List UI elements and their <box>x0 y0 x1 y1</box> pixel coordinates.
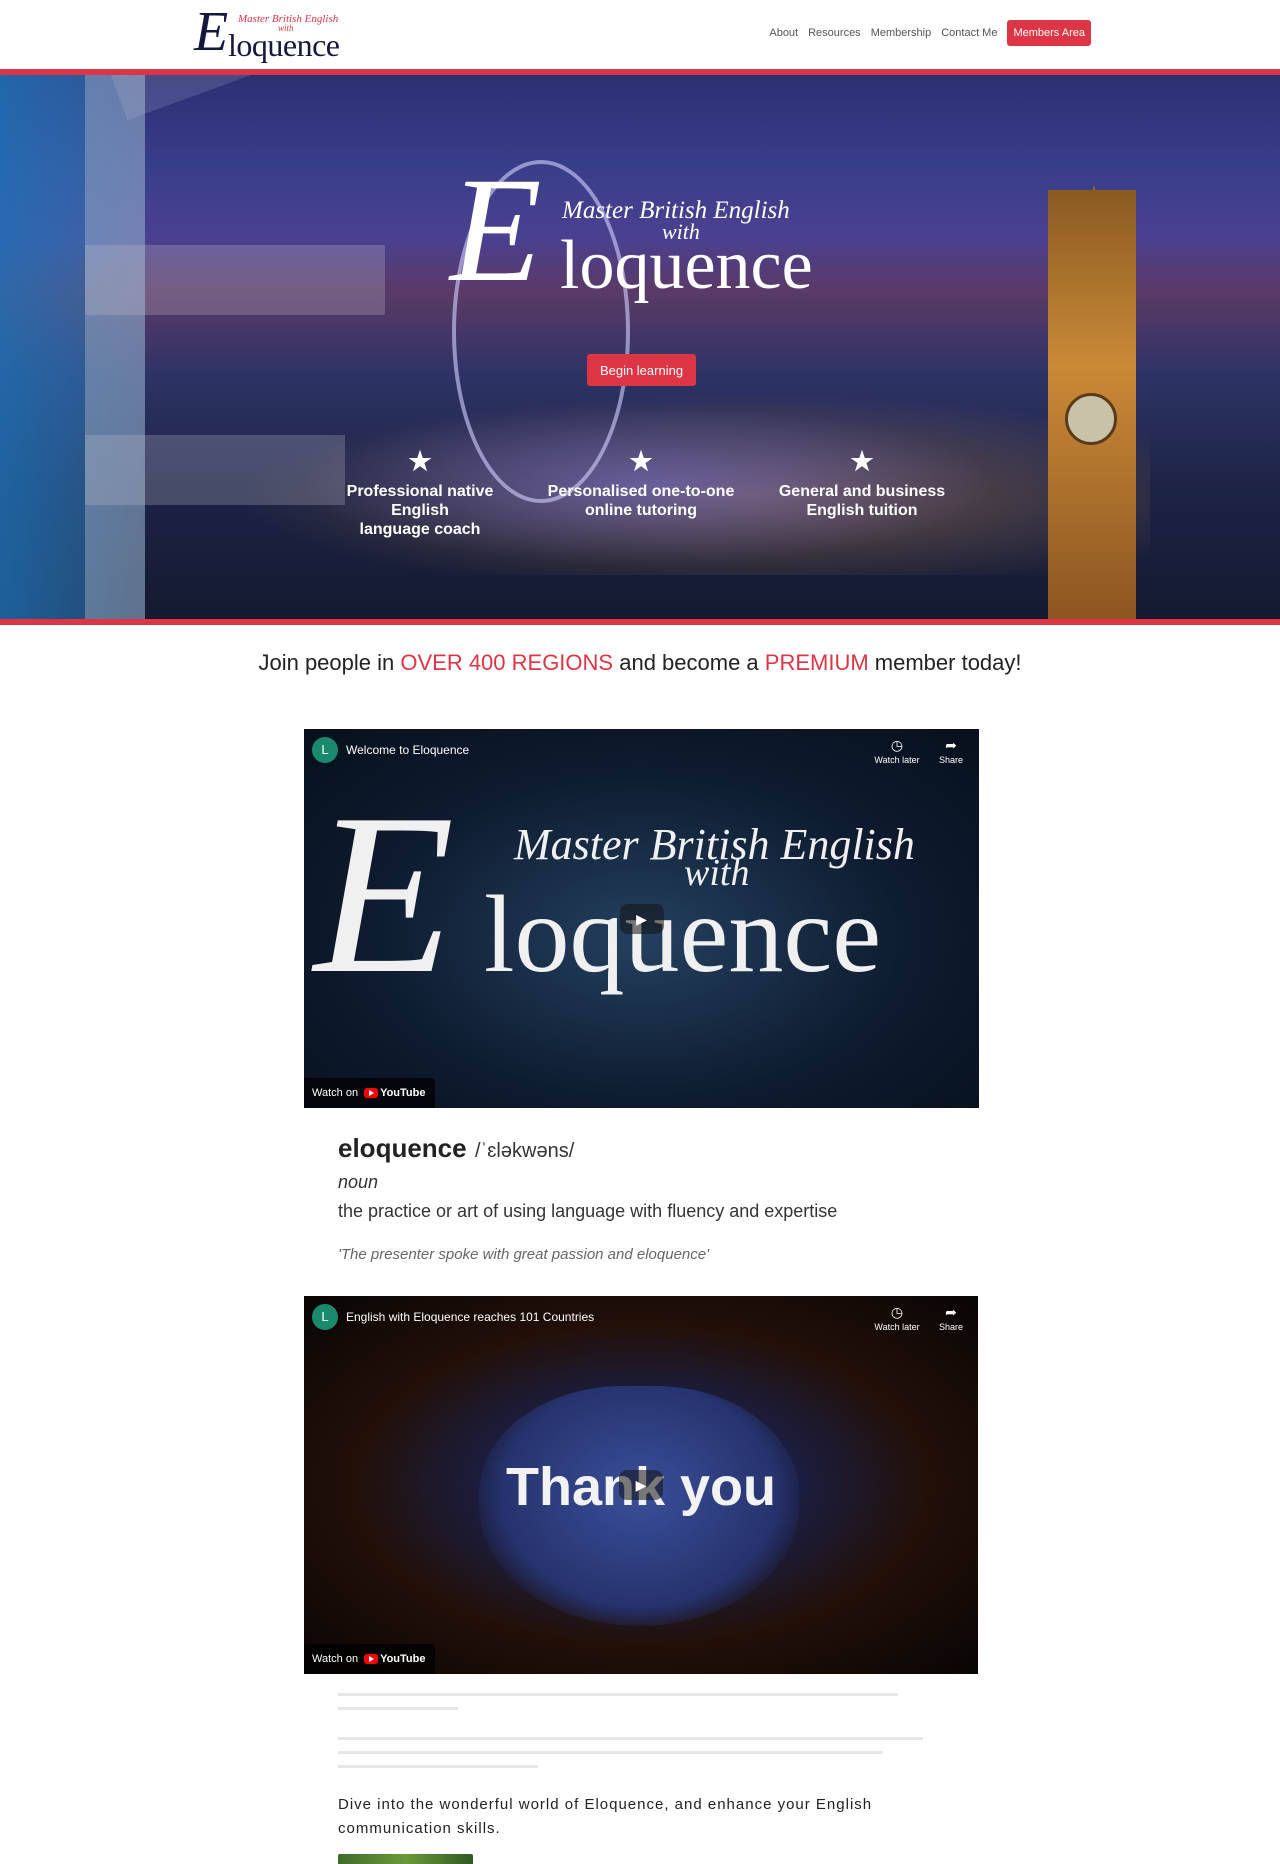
youtube-label: YouTube <box>380 1653 426 1665</box>
join-tagline: Join people in OVER 400 REGIONS and beco… <box>0 650 1280 676</box>
site-logo[interactable]: E Master British English with loquence <box>194 2 344 63</box>
top-navbar: E Master British English with loquence A… <box>0 0 1280 70</box>
feature-line: Personalised one-to-one <box>547 483 735 500</box>
begin-learning-button[interactable]: Begin learning <box>587 354 696 386</box>
watch-on-label: Watch on <box>312 1087 359 1099</box>
video-logo-letter: E <box>314 766 455 1021</box>
faded-line <box>338 1751 883 1754</box>
definition-meaning: the practice or art of using language wi… <box>338 1201 838 1221</box>
tagline-highlight-premium: PREMIUM <box>764 650 869 675</box>
channel-avatar[interactable]: L <box>312 1304 338 1330</box>
tagline-text: Join people in <box>258 650 401 675</box>
watch-on-youtube-button[interactable]: Watch on YouTube <box>304 1644 436 1674</box>
watch-later-label: Watch later <box>874 1322 920 1332</box>
hero-logo: E Master British English with loquence <box>450 155 830 315</box>
play-button[interactable]: ▶ <box>619 1470 663 1500</box>
logo-letter: E <box>194 1 229 63</box>
clock-face-icon <box>1065 393 1117 445</box>
faded-paragraph <box>338 1732 938 1768</box>
share-icon: ➦ <box>945 737 957 753</box>
nav-membership[interactable]: Membership <box>871 27 932 39</box>
share-button[interactable]: ➦ Share <box>928 737 974 765</box>
watch-later-button[interactable]: ◷ Watch later <box>874 737 920 765</box>
hero-logo-word: loquence <box>560 227 813 304</box>
nav-resources[interactable]: Resources <box>808 27 861 39</box>
hero-flag-band <box>85 435 345 505</box>
welcome-video-player[interactable]: E Master British English with loquence L… <box>304 729 979 1108</box>
faded-paragraph <box>338 1688 938 1710</box>
youtube-logo: YouTube <box>364 1078 425 1108</box>
clock-icon: ◷ <box>890 1304 904 1320</box>
logo-word: loquence <box>228 27 340 63</box>
tagline-text: and become a <box>613 650 765 675</box>
clock-icon: ◷ <box>890 737 904 753</box>
feature-line: Professional native English <box>346 483 494 519</box>
share-label: Share <box>938 755 964 765</box>
star-icon: ★ <box>850 446 874 476</box>
faded-line <box>338 1765 538 1768</box>
faded-line <box>338 1707 458 1710</box>
main-nav: About Resources Membership Contact Me Me… <box>769 20 1091 46</box>
members-area-button[interactable]: Members Area <box>1007 20 1091 46</box>
watch-later-button[interactable]: ◷ Watch later <box>874 1304 920 1332</box>
feature-native-coach: ★ Professional native English language c… <box>320 448 520 539</box>
video-title[interactable]: English with Eloquence reaches 101 Count… <box>346 1310 594 1324</box>
share-icon: ➦ <box>945 1304 957 1320</box>
tagline-text: member today! <box>868 650 1022 675</box>
hero-flag-diagonal <box>100 75 598 121</box>
definition-block: eloquence /ˈɛləkwəns/ noun the practice … <box>338 1133 938 1263</box>
feature-one-to-one: ★ Personalised one-to-one online tutorin… <box>541 448 741 520</box>
preview-image <box>338 1854 473 1864</box>
play-button[interactable]: ▶ <box>619 903 664 934</box>
hero-flag-band <box>85 245 385 315</box>
hero-flag-band <box>85 75 145 619</box>
faded-line <box>338 1737 923 1740</box>
watch-on-label: Watch on <box>312 1653 359 1665</box>
video-title[interactable]: Welcome to Eloquence <box>346 743 469 757</box>
nav-about[interactable]: About <box>769 27 798 39</box>
youtube-label: YouTube <box>380 1087 426 1099</box>
feature-line: English tuition <box>806 502 918 519</box>
youtube-play-icon <box>364 1088 379 1098</box>
hero-logo-letter: E <box>450 147 542 313</box>
channel-avatar[interactable]: L <box>312 737 338 763</box>
definition-part-of-speech: noun <box>338 1172 379 1192</box>
nav-contact[interactable]: Contact Me <box>941 27 997 39</box>
feature-line: General and business <box>778 483 946 500</box>
youtube-play-icon <box>364 1654 379 1664</box>
star-icon: ★ <box>629 446 653 476</box>
video-logo-word: loquence <box>484 873 882 995</box>
share-label: Share <box>938 1322 964 1332</box>
hero-banner: E Master British English with loquence B… <box>0 69 1280 625</box>
star-icon: ★ <box>408 446 432 476</box>
watch-on-youtube-button[interactable]: Watch on YouTube <box>304 1078 436 1108</box>
share-button[interactable]: ➦ Share <box>928 1304 974 1332</box>
definition-example: 'The presenter spoke with great passion … <box>338 1246 709 1263</box>
tagline-highlight-regions: OVER 400 REGIONS <box>400 650 614 675</box>
intro-paragraph: Dive into the wonderful world of Eloquen… <box>338 1796 873 1837</box>
definition-word: eloquence <box>338 1133 467 1163</box>
feature-business: ★ General and business English tuition <box>762 448 962 520</box>
thank-you-video-player[interactable]: Thank you L English with Eloquence reach… <box>304 1296 978 1674</box>
feature-line: language coach <box>359 521 481 538</box>
faded-line <box>338 1693 898 1696</box>
feature-line: online tutoring <box>585 502 697 519</box>
watch-later-label: Watch later <box>874 755 920 765</box>
definition-pronunciation: /ˈɛləkwəns/ <box>475 1140 575 1162</box>
youtube-logo: YouTube <box>364 1644 425 1674</box>
